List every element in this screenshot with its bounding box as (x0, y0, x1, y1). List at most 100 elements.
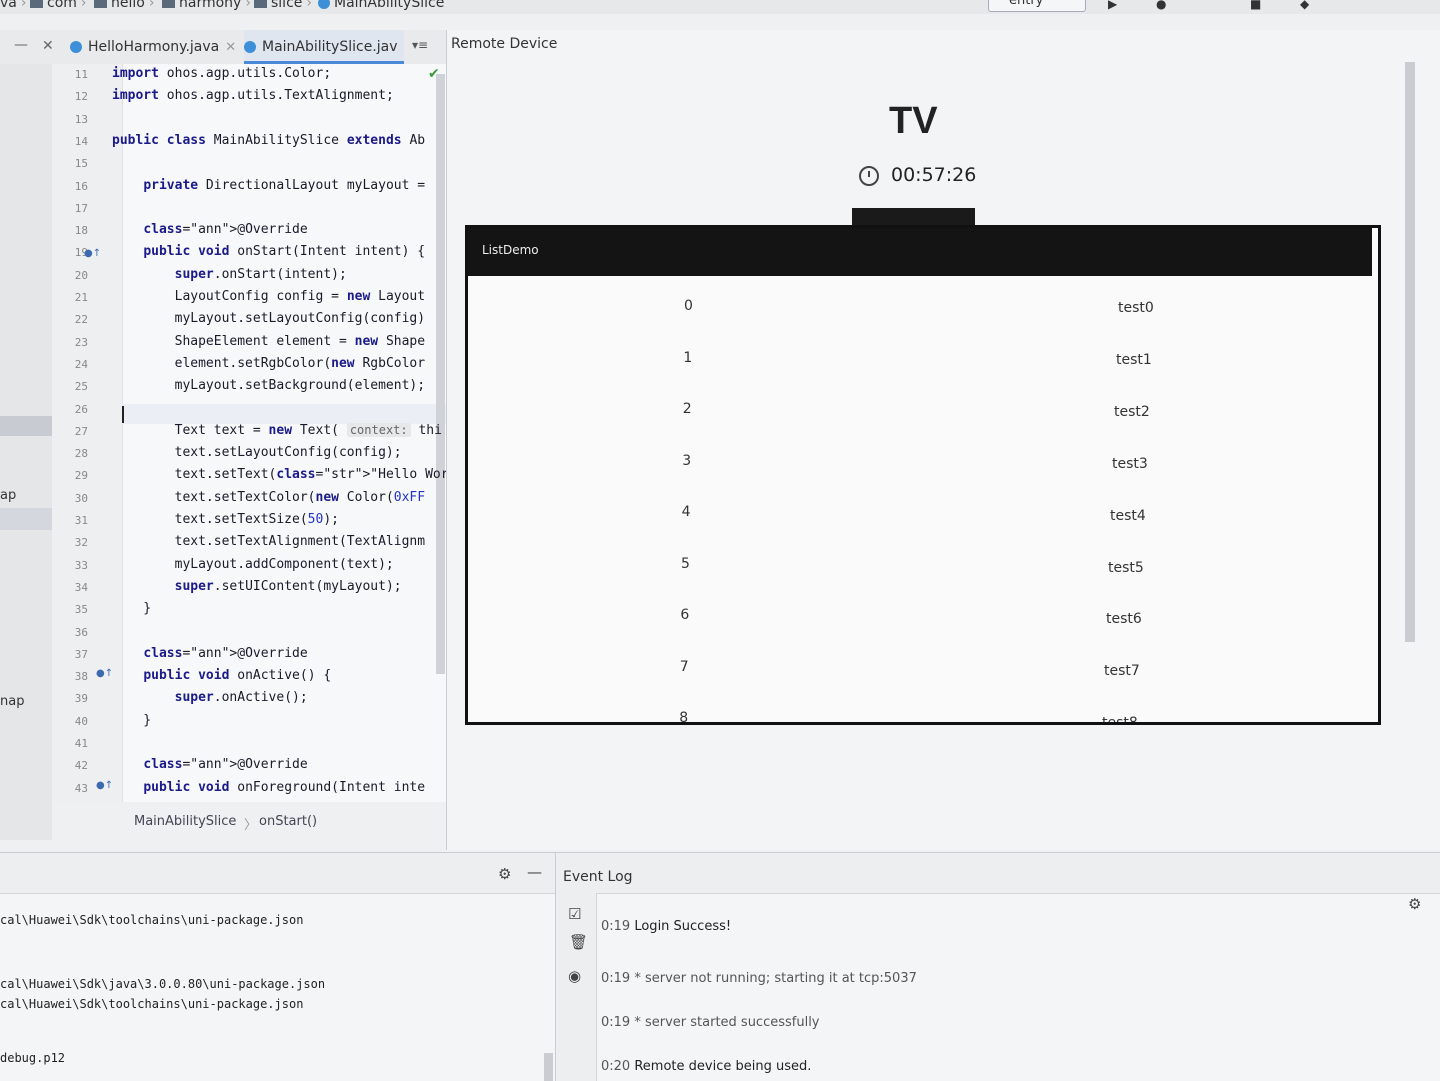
code-line: myLayout.setLayoutConfig(config) (112, 311, 426, 327)
code-line: ShapeElement element = new Shape (112, 333, 426, 349)
code-line: text.setText(class="str">"Hello World"); (112, 467, 446, 483)
override-marker-icon[interactable]: ●↑ (84, 248, 101, 259)
session-timer: 00:57:26 (891, 164, 977, 186)
gear-icon[interactable]: ⚙ (1408, 895, 1421, 913)
event-time: 0:19 (601, 1015, 631, 1030)
event-log-title: Event Log (563, 869, 633, 885)
project-tree-label[interactable]: nap (0, 694, 24, 709)
event-message: * server not running; starting it at tcp… (634, 971, 917, 986)
remote-device-title: Remote Device (451, 36, 558, 52)
sync-icon[interactable]: ◆ (1300, 0, 1314, 11)
console-scrollbar[interactable] (544, 1053, 553, 1081)
code-line: text.setLayoutConfig(config); (112, 445, 402, 461)
list-item-index[interactable]: 3 (682, 453, 691, 469)
event-time: 0:20 (601, 1059, 631, 1074)
list-item-name[interactable]: test4 (1110, 508, 1146, 524)
close-icon[interactable]: ✕ (42, 38, 54, 54)
tab-mainabilityslice[interactable]: MainAbilitySlice.jav (244, 30, 404, 64)
breadcrumb-item-mainabilityslice[interactable]: MainAbilitySlice (318, 0, 444, 11)
tab-overflow-icon[interactable]: ▾≡ (412, 38, 428, 52)
breadcrumb-method[interactable]: onStart() (259, 814, 317, 829)
list-item-index[interactable]: 4 (682, 504, 691, 520)
list-item-index[interactable]: 1 (683, 350, 692, 366)
line-number: 38 (74, 670, 88, 684)
breadcrumb-item-slice[interactable]: slice › (254, 0, 316, 11)
code-line: Text text = new Text( context: thi (112, 422, 442, 438)
line-number: 40 (74, 714, 88, 728)
code-line: public class MainAbilitySlice extends Ab (112, 132, 426, 148)
text-caret (122, 406, 124, 423)
list-item-index[interactable]: 0 (684, 298, 693, 314)
list-item-index[interactable]: 8 (679, 710, 688, 722)
list-item-name[interactable]: test7 (1104, 663, 1140, 679)
panel-scrollbar[interactable] (1405, 62, 1415, 642)
event-log-entry: 0:19 * server not running; starting it a… (601, 971, 917, 986)
line-number: 30 (74, 491, 88, 505)
tab-helloharmony[interactable]: HelloHarmony.java ✕ (70, 30, 236, 64)
breadcrumb-item-va[interactable]: va › (0, 0, 30, 11)
hide-panel-icon[interactable]: — (527, 863, 542, 881)
run-config-label: entry (1009, 0, 1044, 8)
line-number: 27 (74, 424, 88, 438)
code-line: public void onForeground(Intent inte (143, 779, 426, 795)
code-line: class="ann">@Override (143, 757, 308, 773)
line-number: 23 (74, 335, 88, 349)
list-item-name[interactable]: test6 (1106, 611, 1142, 627)
debug-icon[interactable]: ● (1156, 0, 1170, 11)
mark-all-read-icon[interactable]: ☑ (568, 905, 581, 923)
line-number: 18 (74, 224, 88, 238)
breadcrumb-class[interactable]: MainAbilitySlice (134, 814, 236, 829)
list-item-name[interactable]: test3 (1112, 456, 1148, 472)
list-item-index[interactable]: 2 (683, 401, 692, 417)
close-tab-icon[interactable]: ✕ (225, 40, 236, 55)
gear-icon[interactable]: ⚙ (498, 865, 511, 883)
list-item-index[interactable]: 5 (681, 556, 690, 572)
code-line: text.setTextAlignment(TextAlignm (112, 534, 426, 550)
stop-icon[interactable]: ■ (1250, 0, 1264, 11)
breadcrumb-item-hello[interactable]: hello › (94, 0, 158, 11)
code-line: private DirectionalLayout myLayout = (143, 177, 426, 193)
event-log-entry: 0:19 * server started successfully (601, 1015, 820, 1030)
remote-device-panel: Remote Device TV 00:57:26 ListDemo 0 test… (446, 30, 1440, 850)
code-line: text.setTextColor(new Color(0xFF (112, 489, 426, 505)
event-message: * server started successfully (634, 1015, 820, 1030)
list-item-name[interactable]: test2 (1114, 404, 1150, 420)
list-item-name[interactable]: test1 (1116, 352, 1152, 368)
breadcrumb-item-com[interactable]: com › (30, 0, 91, 11)
editor-breadcrumb: MainAbilitySlice 〉 onStart() (52, 802, 446, 842)
line-number: 36 (74, 625, 88, 639)
editor-scrollbar[interactable] (436, 74, 445, 674)
console-line: cal\Huawei\Sdk\java\3.0.0.80\uni-package… (0, 977, 326, 991)
line-number: 42 (74, 759, 88, 773)
project-tree-label[interactable]: ap (0, 488, 16, 503)
tv-frame-top (852, 208, 975, 226)
run-configuration-select[interactable]: entry ▾ (988, 0, 1086, 12)
device-screen[interactable]: ListDemo 0 test0 1 test1 2 test2 3 test3 4 test4 5… (465, 225, 1381, 725)
override-marker-icon[interactable]: ●↑ (96, 780, 113, 791)
line-number: 25 (74, 380, 88, 394)
timer-icon (859, 166, 879, 186)
current-line-highlight (122, 404, 446, 424)
trash-icon[interactable]: 🗑 (569, 933, 588, 951)
breadcrumb-separator: 〉 (244, 818, 258, 833)
line-number: 28 (74, 447, 88, 461)
list-item-name[interactable]: test8 (1102, 715, 1138, 722)
code-editor[interactable]: ✔ 11 import ohos.agp.utils.Color; 12 import… (52, 64, 446, 802)
console-line: cal\Huawei\Sdk\toolchains\uni-package.js… (0, 913, 304, 927)
breadcrumb-item-harmony[interactable]: harmony › (162, 0, 255, 11)
list-item-index[interactable]: 6 (680, 607, 689, 623)
settings-circle-icon[interactable]: ◉ (568, 967, 581, 985)
line-number: 29 (74, 469, 88, 483)
list-item-index[interactable]: 7 (680, 659, 689, 675)
run-icon[interactable]: ▶ (1108, 0, 1122, 11)
folder-icon (254, 0, 267, 8)
list-item-name[interactable]: test5 (1108, 560, 1144, 576)
folder-icon (30, 0, 43, 8)
event-log-entry: 0:20 Remote device being used. (601, 1059, 811, 1074)
list-item-name[interactable]: test0 (1118, 300, 1154, 316)
code-line: myLayout.setBackground(element); (112, 378, 426, 394)
java-class-icon (244, 41, 256, 53)
tab-label: MainAbilitySlice.jav (262, 39, 398, 55)
override-marker-icon[interactable]: ●↑ (96, 668, 113, 679)
minimize-icon[interactable]: — (14, 37, 28, 53)
